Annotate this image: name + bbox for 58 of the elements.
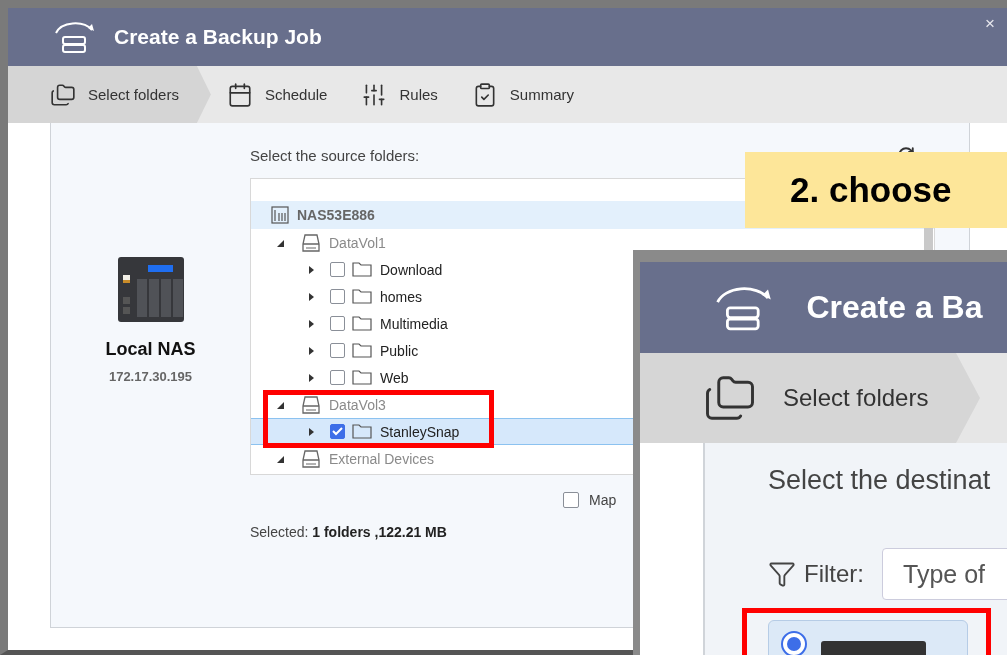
checkbox[interactable]: [330, 289, 345, 304]
source-prompt: Select the source folders:: [250, 146, 420, 164]
folder-name[interactable]: Download: [380, 261, 443, 278]
checkbox[interactable]: [330, 370, 345, 385]
window-title: Create a Backup Job: [114, 25, 322, 49]
filter-icon: [768, 560, 796, 588]
expand-icon[interactable]: [306, 372, 316, 383]
checkbox[interactable]: [330, 262, 345, 277]
selection-summary: Selected: 1 folders ,122.21 MB: [250, 524, 448, 540]
step-tab[interactable]: Rules: [345, 66, 456, 123]
nas-name[interactable]: NAS53E886: [297, 207, 375, 223]
nas-device-icon: [117, 257, 184, 323]
device-name: Local NAS: [105, 339, 196, 360]
volume-name[interactable]: DataVol1: [329, 234, 386, 251]
folder-name[interactable]: Multimedia: [380, 315, 448, 332]
window-title: Create a Ba: [806, 289, 983, 326]
drive-icon: [301, 449, 321, 468]
folder-name[interactable]: homes: [380, 288, 423, 305]
checkbox[interactable]: [330, 424, 345, 439]
map-option-label: Map: [589, 492, 617, 508]
checkbox[interactable]: [330, 343, 345, 358]
destination-prompt: Select the destinat: [768, 465, 992, 496]
radio-button[interactable]: [781, 631, 807, 655]
folder-icon: [352, 316, 372, 331]
sliders-icon: [361, 81, 388, 108]
folder-name[interactable]: Web: [380, 369, 409, 386]
expand-icon[interactable]: [306, 291, 316, 302]
step-tab[interactable]: Select folders: [8, 66, 211, 123]
checkbox[interactable]: [330, 316, 345, 331]
folder-name[interactable]: StanleySnap: [380, 423, 460, 440]
folder-icon: [352, 289, 372, 304]
calendar-icon: [226, 81, 253, 108]
folder-icon: [352, 424, 372, 439]
folder-icon: [352, 343, 372, 358]
expand-icon[interactable]: [306, 426, 316, 437]
expand-icon[interactable]: [306, 318, 316, 329]
volume-name[interactable]: DataVol3: [329, 396, 386, 413]
folders-icon: [50, 81, 76, 108]
step-tab[interactable]: Schedule: [210, 66, 346, 123]
step-tab[interactable]: Summary: [455, 66, 592, 123]
callout-tooltip: 2. choose: [745, 152, 1007, 228]
filter-label: Filter:: [804, 560, 864, 588]
folder-icon: [352, 370, 372, 385]
drive-icon: [301, 395, 321, 414]
tree-row[interactable]: Download: [251, 256, 934, 283]
filter-field[interactable]: Type of: [882, 548, 1007, 600]
server-icon: [271, 206, 289, 224]
device-ip: 172.17.30.195: [108, 369, 193, 384]
close-button[interactable]: ×: [985, 14, 995, 34]
tree-row[interactable]: DataVol1: [251, 229, 934, 256]
volume-name[interactable]: External Devices: [329, 450, 435, 467]
folder-icon: [352, 262, 372, 277]
folder-name[interactable]: Public: [380, 342, 419, 359]
expand-icon[interactable]: [306, 264, 316, 275]
checkbox[interactable]: [563, 492, 579, 508]
step-tab[interactable]: Select folders: [640, 353, 980, 443]
expand-icon[interactable]: [306, 345, 316, 356]
drive-icon: [301, 233, 321, 252]
